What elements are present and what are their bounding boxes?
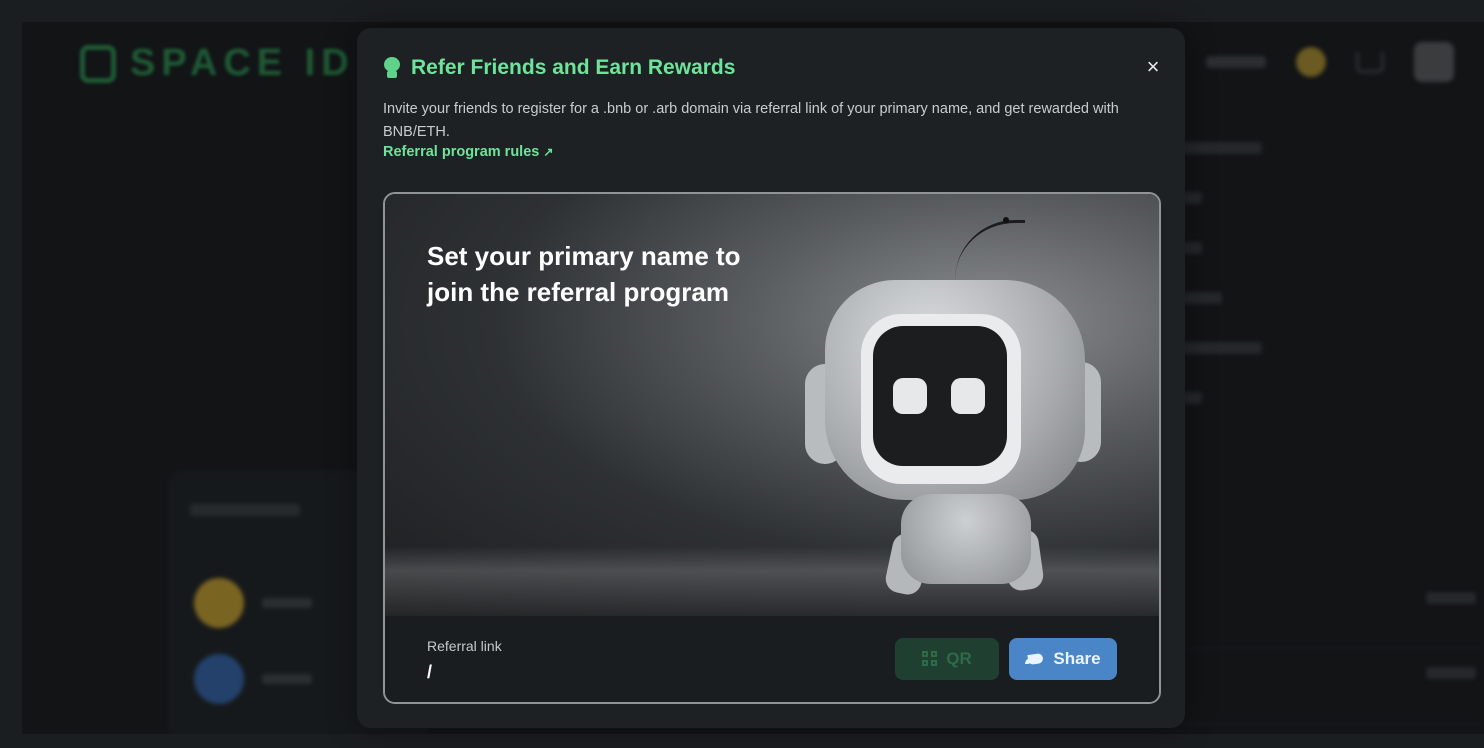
robot-eye-left <box>893 378 927 414</box>
modal-description: Invite your friends to register for a .b… <box>383 101 1119 140</box>
qr-button-label: QR <box>946 649 972 668</box>
external-link-icon: ↗ <box>543 145 554 159</box>
background-network-dropdown <box>1206 56 1266 68</box>
reward-badge-icon <box>383 57 401 79</box>
referral-link-value[interactable]: / <box>427 662 432 683</box>
space-id-logo: SPACE ID <box>80 42 355 85</box>
hero-title-line-1: Set your primary name to <box>427 241 741 271</box>
qr-button[interactable]: QR <box>895 638 999 680</box>
referral-link-bar: Referral link / QR Share <box>385 616 1159 702</box>
share-button-label: Share <box>1053 649 1101 668</box>
twitter-icon <box>1025 651 1045 667</box>
referral-link-label: Referral link <box>427 638 502 654</box>
background-coin-icon <box>1296 47 1326 77</box>
robot-illustration <box>805 214 1105 614</box>
logo-mark-icon <box>80 44 116 83</box>
background-cart-icon <box>1356 51 1384 73</box>
hero-title: Set your primary name to join the referr… <box>427 238 741 310</box>
robot-torso <box>901 494 1031 584</box>
background-right-rows <box>1182 574 1482 724</box>
referral-rules-link[interactable]: Referral program rules ↗ <box>383 144 553 160</box>
bnb-token-icon <box>194 578 244 628</box>
modal-title: Refer Friends and Earn Rewards <box>411 56 736 79</box>
background-avatar <box>1414 42 1454 82</box>
background-right-list <box>1182 142 1262 442</box>
robot-eye-right <box>951 378 985 414</box>
hero-title-line-2: join the referral program <box>427 277 729 307</box>
close-button[interactable]: × <box>1143 54 1163 80</box>
hero-banner: Set your primary name to join the referr… <box>385 194 1159 616</box>
logo-text: SPACE ID <box>130 42 355 84</box>
referral-modal: Refer Friends and Earn Rewards × Invite … <box>357 28 1185 728</box>
background-row <box>194 654 312 704</box>
referral-card: Set your primary name to join the referr… <box>383 192 1161 704</box>
referral-rules-label: Referral program rules <box>383 144 540 160</box>
qr-code-icon <box>922 651 938 667</box>
arb-token-icon <box>194 654 244 704</box>
background-header-controls <box>1206 42 1454 82</box>
background-row <box>194 578 312 628</box>
background-card-header <box>190 504 300 516</box>
share-button[interactable]: Share <box>1009 638 1117 680</box>
modal-header: Refer Friends and Earn Rewards <box>383 56 735 80</box>
